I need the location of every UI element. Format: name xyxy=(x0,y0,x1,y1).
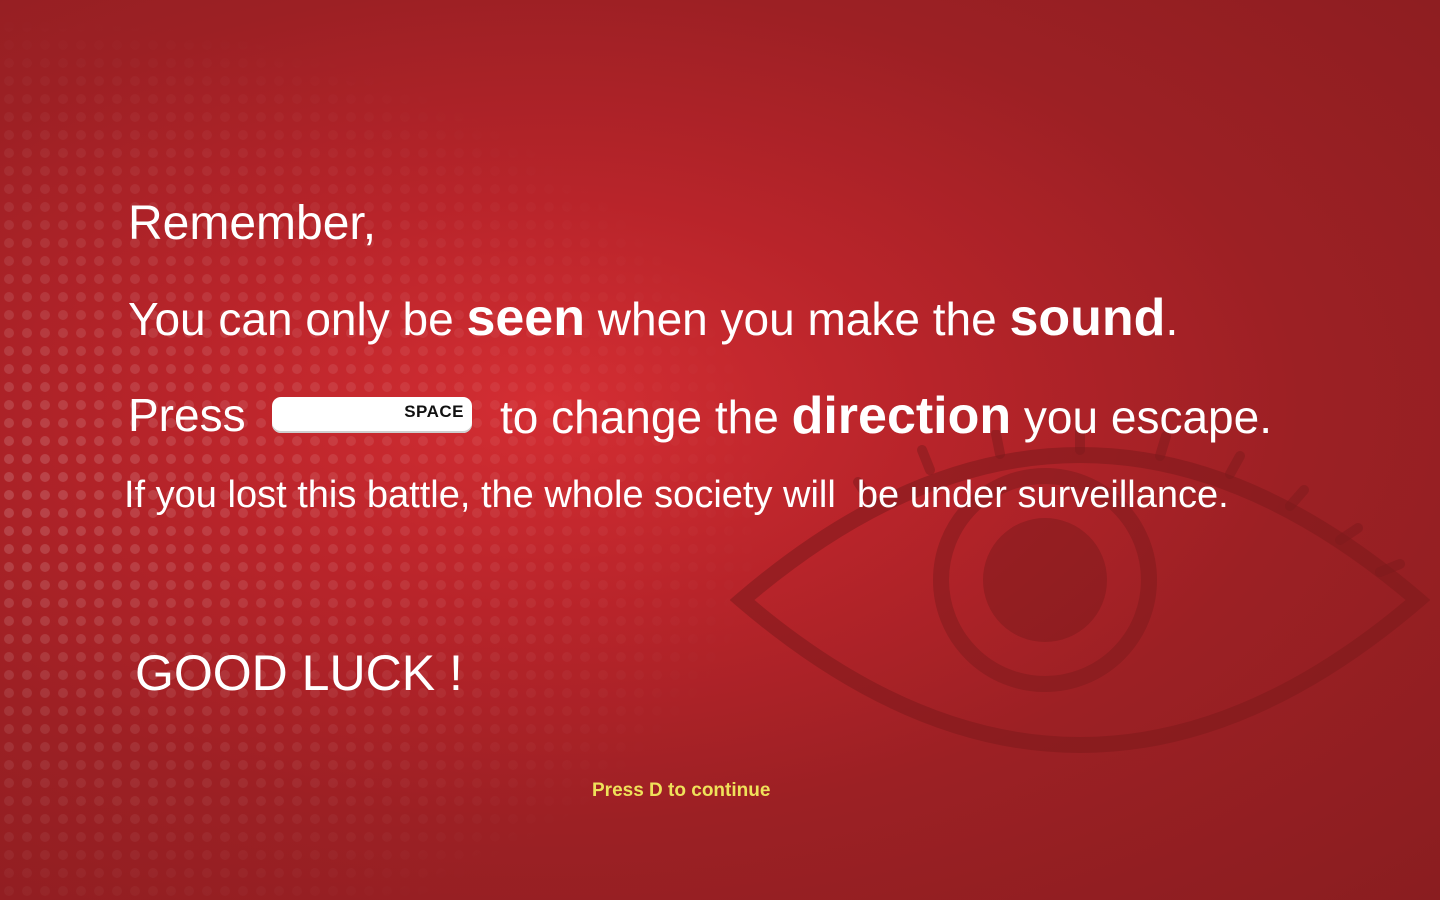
seen-sound-text: You can only be seen when you make the s… xyxy=(128,288,1178,348)
surveillance-text: If you lost this battle, the whole socie… xyxy=(124,474,1229,516)
remember-text: Remember, xyxy=(128,197,377,250)
seen-emphasis: seen xyxy=(466,289,585,347)
press-word: Press xyxy=(128,389,246,441)
seen-part1: You can only be xyxy=(128,293,467,345)
seen-part2: when you make the xyxy=(585,293,1010,345)
direction-part1: to change the xyxy=(500,391,792,443)
seen-part3: . xyxy=(1165,293,1179,345)
space-key-label: SPACE xyxy=(404,402,464,421)
sound-emphasis: sound xyxy=(1009,289,1166,347)
direction-part2: you escape. xyxy=(1011,391,1272,443)
space-key-icon: SPACE xyxy=(272,397,472,433)
direction-text: to change the direction you escape. xyxy=(500,386,1272,446)
good-luck-text: GOOD LUCK ! xyxy=(135,645,463,701)
direction-emphasis: direction xyxy=(791,387,1012,445)
continue-prompt[interactable]: Press D to continue xyxy=(592,780,770,802)
halftone-pattern xyxy=(0,0,1440,900)
